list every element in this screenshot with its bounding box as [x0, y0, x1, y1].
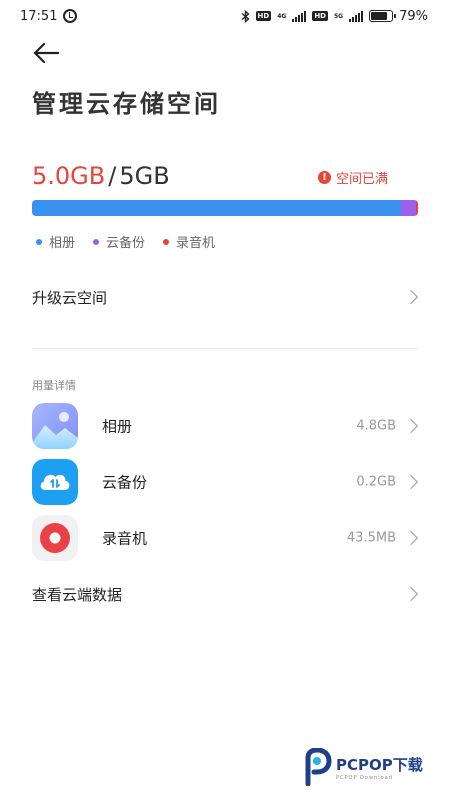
battery-fill [371, 12, 387, 20]
status-left: 17:51 [20, 8, 78, 24]
view-cloud-data-label: 查看云端数据 [32, 585, 123, 604]
upgrade-cloud-space-row[interactable]: 升级云空间 [32, 284, 419, 310]
signal-icon [292, 10, 307, 22]
legend-dot-icon [36, 238, 42, 245]
gallery-name: 相册 [102, 417, 133, 436]
watermark-brand: PCPOP下载 [336, 755, 423, 774]
usage-item-gallery[interactable]: 相册 4.8GB [32, 403, 419, 449]
total-amount: 5GB [119, 162, 170, 190]
legend-dot-icon [93, 238, 100, 245]
bluetooth-icon [241, 9, 250, 23]
network-type: 4G [277, 12, 287, 20]
recorder-icon [32, 515, 78, 561]
chevron-right-icon [403, 530, 419, 546]
usage-legend: 相册 云备份 录音机 [36, 232, 215, 251]
signal-icon-2 [349, 10, 364, 22]
battery-percent: 79% [399, 8, 428, 24]
legend-dot-icon [163, 238, 170, 245]
alarm-icon [63, 9, 78, 23]
watermark-text-block: PCPOP下载 PCPOP Download [336, 754, 423, 781]
chevron-right-icon [403, 418, 419, 434]
network-type-2: 5G [333, 12, 344, 20]
upgrade-cloud-space-label: 升级云空间 [32, 288, 108, 307]
recorder-name: 录音机 [102, 529, 148, 548]
usage-segment-0 [32, 200, 401, 216]
warning-icon: ! [317, 171, 331, 184]
cloud-backup-size: 0.2GB [356, 474, 396, 490]
divider [32, 348, 418, 349]
storage-full-text: 空间已满 [335, 172, 388, 187]
clock: 17:51 [20, 8, 58, 24]
storage-usage: 5.0GB / 5GB [32, 162, 170, 190]
status-right: HD 4G HD 5G 79% [241, 9, 428, 24]
usage-item-recorder[interactable]: 录音机 43.5MB [32, 515, 419, 561]
legend-item: 相册 [36, 232, 75, 251]
usage-item-cloud-backup[interactable]: 云备份 0.2GB [32, 459, 419, 505]
status-bar: 17:51 HD 4G HD 5G 79% [0, 0, 450, 32]
chevron-right-icon [403, 474, 419, 490]
used-amount: 5.0GB [32, 162, 106, 190]
chevron-right-icon [403, 586, 419, 602]
pcpop-watermark: PCPOP下载 PCPOP Download [302, 748, 423, 786]
hd-badge: HD [255, 11, 272, 21]
recorder-size: 43.5MB [346, 530, 396, 546]
hd-badge-2: HD [312, 11, 328, 21]
usage-details-heading: 用量详情 [32, 379, 76, 392]
usage-segment-2 [416, 200, 418, 216]
gallery-size: 4.8GB [356, 418, 396, 434]
chevron-right-icon [403, 289, 419, 305]
gallery-icon [32, 403, 78, 449]
battery-icon [369, 10, 397, 22]
usage-segment-1 [400, 200, 417, 216]
usage-separator: / [108, 162, 117, 190]
legend-label: 云备份 [106, 236, 146, 251]
page-title: 管理云存储空间 [32, 90, 221, 118]
storage-usage-bar [32, 200, 418, 216]
back-arrow-icon[interactable] [30, 40, 62, 66]
cloud-backup-name: 云备份 [102, 473, 148, 492]
storage-full-badge: ! 空间已满 [317, 168, 388, 187]
view-cloud-data-row[interactable]: 查看云端数据 [32, 581, 419, 607]
legend-label: 录音机 [176, 236, 216, 251]
pcpop-logo-icon [305, 748, 332, 786]
cloud-backup-icon [32, 459, 78, 505]
legend-label: 相册 [49, 236, 76, 251]
legend-item: 云备份 [93, 232, 145, 251]
legend-item: 录音机 [163, 232, 215, 251]
watermark-sub: PCPOP Download [336, 774, 393, 781]
